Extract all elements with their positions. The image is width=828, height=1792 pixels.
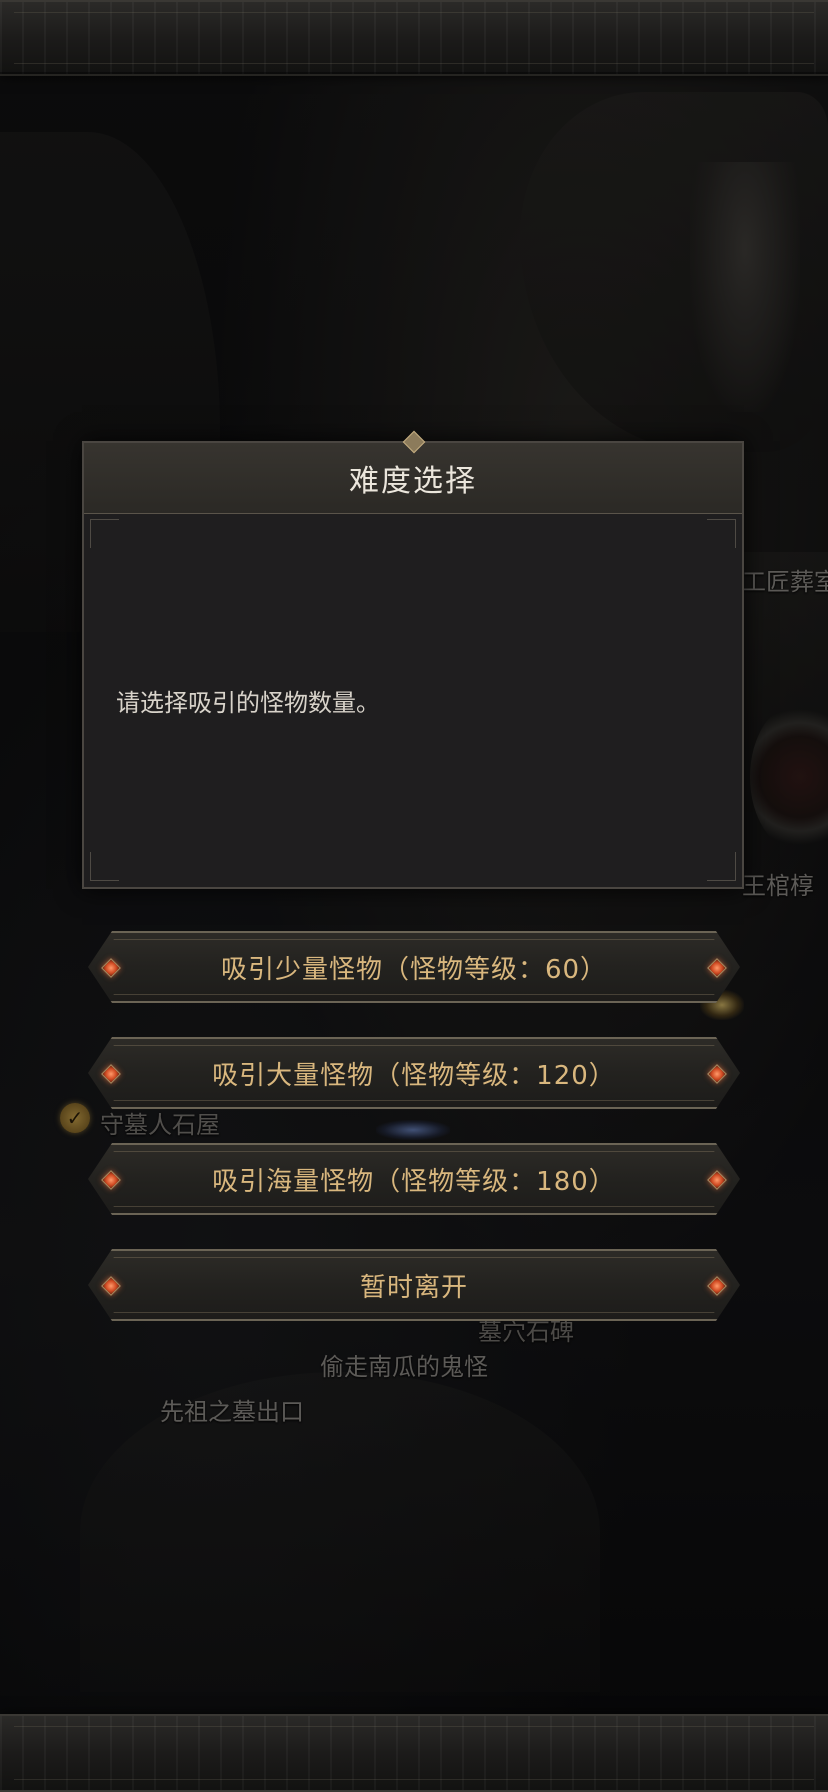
diamond-gem-icon bbox=[101, 1170, 121, 1190]
top-frame-ornament bbox=[14, 12, 814, 64]
attract-massive-monsters-button[interactable]: 吸引海量怪物（怪物等级：180） bbox=[88, 1143, 740, 1215]
dialog-corner-ornament bbox=[707, 519, 736, 548]
dialog-title: 难度选择 bbox=[349, 464, 477, 499]
bottom-ornate-frame bbox=[0, 1714, 828, 1792]
top-ornate-frame bbox=[0, 0, 828, 76]
option-label: 吸引少量怪物（怪物等级：60） bbox=[220, 954, 608, 985]
diamond-gem-icon bbox=[101, 1276, 121, 1296]
difficulty-dialog: 难度选择 请选择吸引的怪物数量。 bbox=[82, 430, 744, 889]
diamond-gem-icon bbox=[101, 1064, 121, 1084]
option-label: 吸引海量怪物（怪物等级：180） bbox=[212, 1166, 616, 1197]
diamond-gem-icon bbox=[101, 958, 121, 978]
dialog-message: 请选择吸引的怪物数量。 bbox=[116, 689, 380, 717]
dialog-header: 难度选择 bbox=[84, 430, 742, 514]
option-label: 暂时离开 bbox=[359, 1272, 468, 1303]
game-screen: 工匠葬室 王棺椁 ✓ 守墓人石屋 墓穴石碑 偷走南瓜的鬼怪 先祖之墓出口 难度选… bbox=[0, 0, 828, 1792]
diamond-gem-icon bbox=[707, 958, 727, 978]
option-label: 吸引大量怪物（怪物等级：120） bbox=[212, 1060, 616, 1091]
dialog-corner-ornament bbox=[707, 852, 736, 881]
diamond-gem-icon bbox=[707, 1276, 727, 1296]
diamond-gem-icon bbox=[707, 1170, 727, 1190]
modal-dim-overlay bbox=[0, 72, 828, 1718]
dialog-corner-ornament bbox=[90, 852, 119, 881]
bottom-frame-ornament bbox=[14, 1726, 814, 1780]
diamond-gem-icon bbox=[707, 1064, 727, 1084]
dialog-corner-ornament bbox=[90, 519, 119, 548]
leave-for-now-button[interactable]: 暂时离开 bbox=[88, 1249, 740, 1321]
attract-many-monsters-button[interactable]: 吸引大量怪物（怪物等级：120） bbox=[88, 1037, 740, 1109]
attract-few-monsters-button[interactable]: 吸引少量怪物（怪物等级：60） bbox=[88, 931, 740, 1003]
